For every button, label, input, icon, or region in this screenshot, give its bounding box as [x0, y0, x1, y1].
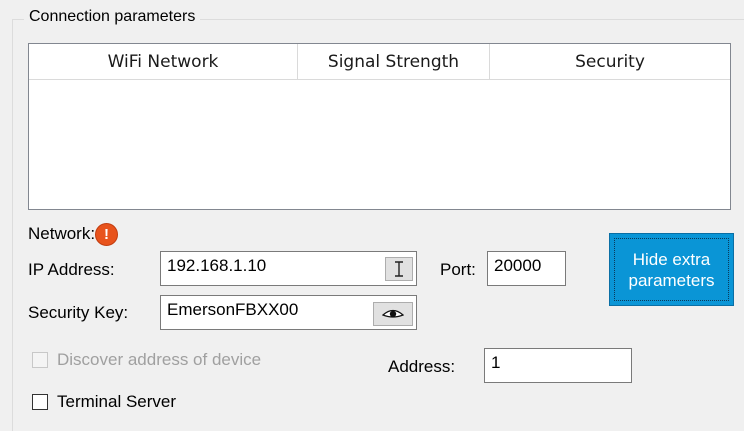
wifi-network-list[interactable]: WiFi Network Signal Strength Security	[28, 43, 731, 210]
security-key-value: EmersonFBXX00	[167, 300, 299, 319]
text-cursor-icon	[395, 261, 403, 277]
ip-address-label: IP Address:	[28, 260, 115, 279]
show-password-button[interactable]	[373, 302, 413, 326]
eye-icon	[382, 309, 404, 318]
group-title: Connection parameters	[24, 8, 201, 26]
port-value: 20000	[494, 256, 542, 275]
hide-button-line1: Hide extra	[632, 249, 711, 269]
terminal-server-label: Terminal Server	[57, 392, 177, 411]
terminal-server-checkbox[interactable]	[32, 394, 48, 410]
column-signal-strength[interactable]: Signal Strength	[298, 44, 490, 79]
port-field[interactable]: 20000	[487, 251, 566, 286]
ip-edit-button[interactable]	[385, 257, 413, 281]
column-security[interactable]: Security	[490, 44, 730, 79]
network-label: Network:	[28, 224, 96, 243]
security-key-label: Security Key:	[28, 303, 129, 322]
discover-address-checkbox[interactable]	[32, 352, 48, 368]
port-label: Port:	[440, 260, 476, 279]
address-field[interactable]: 1	[484, 348, 632, 383]
discover-address-label: Discover address of device	[57, 350, 262, 369]
ip-address-value: 192.168.1.10	[167, 256, 267, 275]
hide-extra-parameters-button[interactable]: Hide extra parameters	[609, 233, 734, 306]
ip-address-field[interactable]: 192.168.1.10	[160, 251, 417, 286]
hide-button-label: Hide extra parameters	[629, 249, 715, 291]
wifi-table-header: WiFi Network Signal Strength Security	[29, 44, 730, 80]
address-label: Address:	[388, 357, 456, 376]
hide-button-line2: parameters	[628, 270, 715, 290]
warning-icon: !	[95, 223, 118, 246]
address-value: 1	[491, 353, 501, 372]
column-wifi-network[interactable]: WiFi Network	[29, 44, 298, 79]
